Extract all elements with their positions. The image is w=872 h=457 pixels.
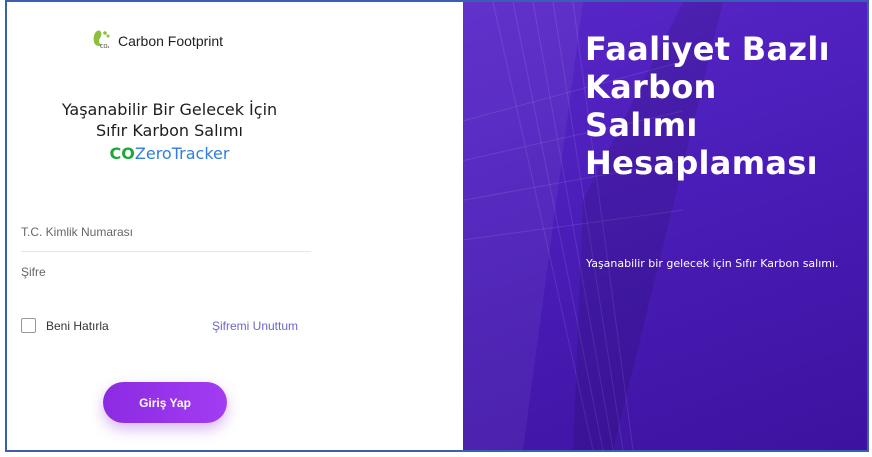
hero-title-line-1: Faaliyet Bazlı: [585, 30, 830, 68]
page-heading: Yaşanabilir Bir Gelecek İçin Sıfır Karbo…: [7, 99, 332, 141]
hero-title-line-4: Hesaplaması: [585, 144, 818, 182]
forgot-password-link[interactable]: Şifremi Unuttum: [212, 319, 298, 333]
logo-co2-mark: CO₂: [100, 44, 109, 50]
remember-me[interactable]: Beni Hatırla: [21, 318, 109, 333]
password-field[interactable]: Şifre: [21, 265, 311, 279]
hero-panel: Faaliyet Bazlı Karbon Salımı Hesaplaması…: [463, 2, 867, 450]
login-button[interactable]: Giriş Yap: [103, 382, 227, 423]
login-panel: CO₂ Carbon Footprint Yaşanabilir Bir Gel…: [7, 2, 462, 450]
id-number-field[interactable]: T.C. Kimlik Numarası: [21, 225, 311, 252]
logo: CO₂ Carbon Footprint: [90, 28, 223, 54]
heading-line-1: Yaşanabilir Bir Gelecek İçin: [61, 100, 278, 119]
id-number-placeholder: T.C. Kimlik Numarası: [21, 225, 134, 239]
password-placeholder: Şifre: [21, 265, 46, 279]
hero-title: Faaliyet Bazlı Karbon Salımı Hesaplaması: [585, 30, 830, 182]
app-name: COZeroTracker: [7, 144, 332, 163]
brand-name: Carbon Footprint: [118, 33, 224, 49]
id-field-underline: [21, 251, 311, 252]
login-page: CO₂ Carbon Footprint Yaşanabilir Bir Gel…: [5, 0, 869, 452]
heading-line-2: Sıfır Karbon Salımı: [96, 121, 243, 140]
hero-title-line-2: Karbon: [585, 68, 717, 106]
hero-title-line-3: Salımı: [585, 106, 698, 144]
hero-subtitle: Yaşanabilir bir gelecek için Sıfır Karbo…: [586, 257, 839, 270]
app-name-co: CO: [109, 144, 135, 163]
remember-checkbox[interactable]: [21, 318, 36, 333]
app-name-rest: ZeroTracker: [134, 144, 230, 163]
footprint-co2-icon: CO₂: [90, 28, 112, 54]
remember-label: Beni Hatırla: [46, 318, 109, 333]
